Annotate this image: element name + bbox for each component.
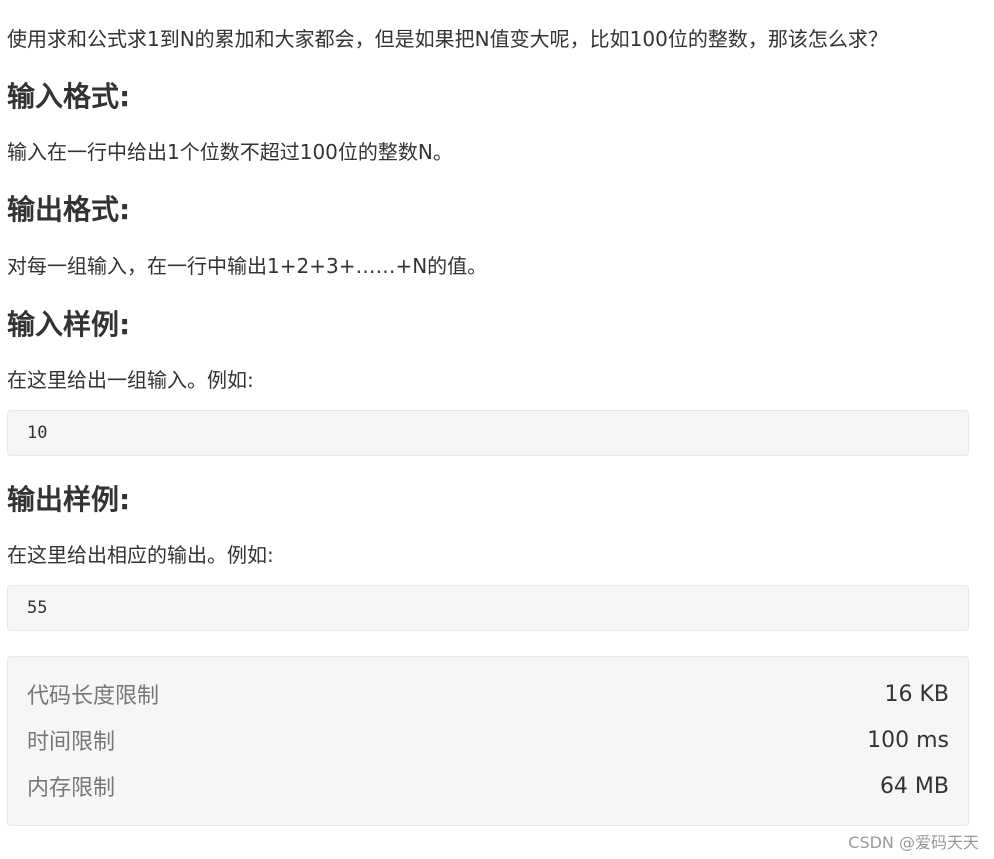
- input-format-text: 输入在一行中给出1个位数不超过100位的整数N。: [7, 140, 453, 164]
- csdn-watermark: CSDN @爱码天天: [848, 833, 979, 852]
- problem-description: 使用求和公式求1到N的累加和大家都会，但是如果把N值变大呢，比如100位的整数，…: [7, 27, 888, 51]
- output-format-heading: 输出格式:: [7, 193, 131, 226]
- sample-input-heading: 输入样例:: [7, 308, 131, 341]
- limit-value: 16 KB: [884, 681, 949, 707]
- limit-row-memory: 内存限制 64 MB: [27, 763, 949, 809]
- limit-label: 时间限制: [27, 730, 116, 755]
- sample-input-code: 10: [27, 423, 48, 443]
- sample-output-code: 55: [27, 598, 48, 618]
- sample-output-code-block[interactable]: 55: [7, 585, 969, 631]
- input-format-heading: 输入格式:: [7, 80, 131, 113]
- limits-panel: 代码长度限制 16 KB 时间限制 100 ms 内存限制 64 MB: [7, 656, 969, 826]
- output-format-text: 对每一组输入，在一行中输出1+2+3+……+N的值。: [7, 254, 488, 278]
- limit-label: 代码长度限制: [27, 684, 160, 709]
- limit-label: 内存限制: [27, 776, 116, 801]
- sample-input-code-block[interactable]: 10: [7, 410, 969, 456]
- limit-row-time: 时间限制 100 ms: [27, 717, 949, 763]
- limit-value: 64 MB: [879, 773, 949, 799]
- limit-value: 100 ms: [867, 727, 949, 753]
- sample-output-heading: 输出样例:: [7, 483, 131, 516]
- limit-row-code-length: 代码长度限制 16 KB: [27, 671, 949, 717]
- problem-content: 使用求和公式求1到N的累加和大家都会，但是如果把N值变大呢，比如100位的整数，…: [7, 0, 969, 826]
- sample-input-text: 在这里给出一组输入。例如:: [7, 368, 254, 392]
- sample-output-text: 在这里给出相应的输出。例如:: [7, 543, 274, 567]
